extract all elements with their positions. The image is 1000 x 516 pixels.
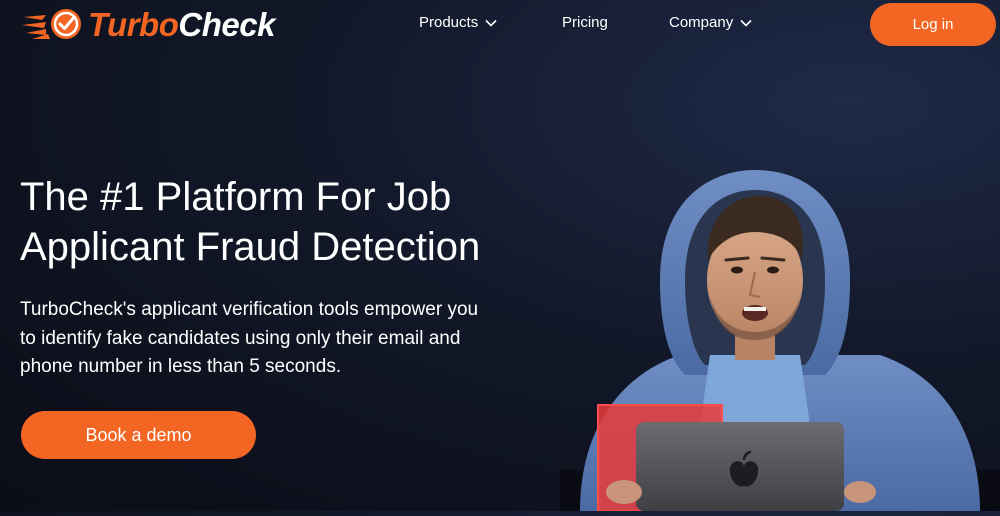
hero-description-line-3: phone number in less than 5 seconds. (20, 356, 342, 377)
hero-description-line-2: to identify fake candidates using only t… (20, 327, 461, 349)
hero-title-line-2: Applicant Fraud Detection (20, 225, 481, 269)
book-demo-button[interactable]: Book a demo (21, 411, 256, 459)
nav-item-company[interactable]: Company (669, 14, 752, 31)
hero-title: The #1 Platform For Job Applicant Fraud … (20, 172, 580, 272)
nav-item-company-label: Company (669, 14, 734, 31)
nav-item-pricing-label: Pricing (562, 14, 608, 31)
logo-wordmark: TurboCheck (88, 8, 275, 41)
hero-description: TurboCheck's applicant verification tool… (20, 296, 520, 382)
turbocheck-logo[interactable]: TurboCheck (22, 3, 275, 45)
nav-item-products[interactable]: Products (419, 14, 497, 31)
hero-title-line-1: The #1 Platform For Job (20, 175, 452, 219)
turbo-check-logo-icon (22, 9, 81, 39)
nav-item-pricing[interactable]: Pricing (562, 14, 608, 31)
hero-image (560, 160, 1000, 512)
chevron-down-icon (485, 14, 497, 31)
chevron-down-icon (740, 14, 752, 31)
logo-wordmark-check: Check (178, 5, 275, 43)
hero-description-line-1: TurboCheck's applicant verification tool… (20, 299, 479, 320)
person-with-laptop-illustration (560, 170, 1000, 512)
nav-item-products-label: Products (419, 14, 479, 31)
login-button[interactable]: Log in (870, 3, 996, 46)
logo-wordmark-turbo: Turbo (88, 5, 179, 43)
